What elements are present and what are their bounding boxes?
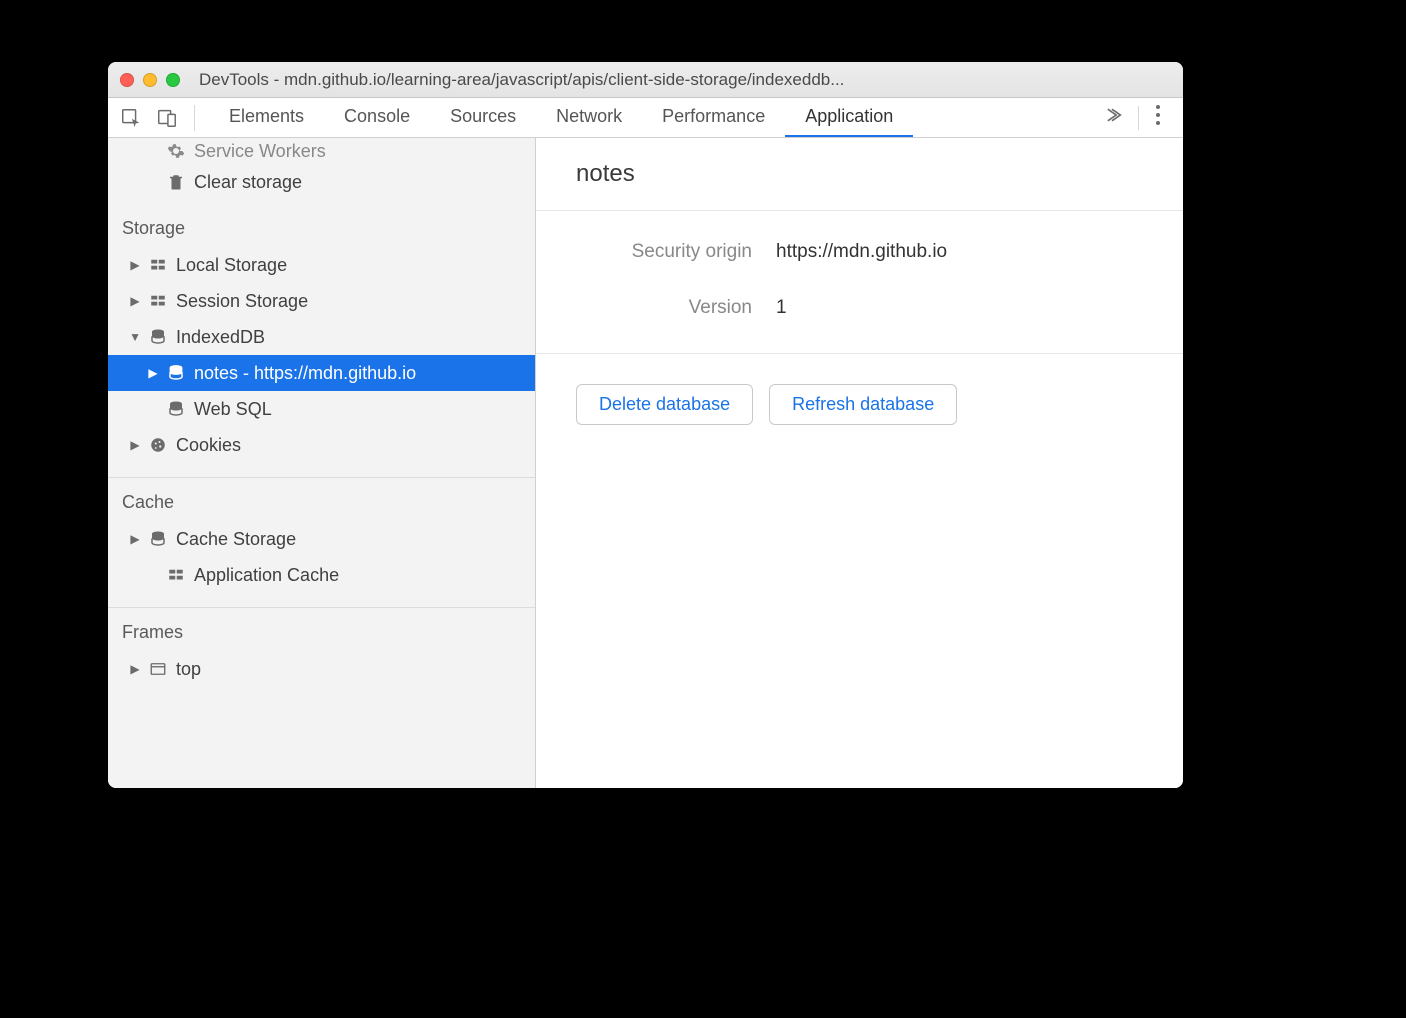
panel-tabs: Elements Console Sources Network Perform… (209, 98, 1092, 137)
tab-console[interactable]: Console (324, 98, 430, 137)
toolbar-divider (1138, 106, 1139, 130)
tab-sources[interactable]: Sources (430, 98, 536, 137)
sidebar-item-indexeddb[interactable]: ▼ IndexedDB (108, 319, 535, 355)
main-toolbar: Elements Console Sources Network Perform… (108, 98, 1183, 138)
panel-body: ▶ Service Workers ▶ Clear storage Storag… (108, 138, 1183, 788)
gear-icon (166, 141, 186, 161)
sidebar-item-label: IndexedDB (176, 327, 265, 348)
sidebar-item-cookies[interactable]: ▶ Cookies (108, 427, 535, 463)
sidebar-item-label: notes - https://mdn.github.io (194, 363, 416, 384)
sidebar-item-clear-storage[interactable]: ▶ Clear storage (108, 164, 535, 200)
database-icon (148, 327, 168, 347)
sidebar-item-service-workers[interactable]: ▶ Service Workers (108, 138, 535, 164)
sidebar-item-label: Cache Storage (176, 529, 296, 550)
chevron-right-icon: ▶ (130, 294, 140, 308)
devtools-window: DevTools - mdn.github.io/learning-area/j… (108, 62, 1183, 788)
window-title: DevTools - mdn.github.io/learning-area/j… (199, 70, 1171, 90)
chevron-right-icon: ▶ (130, 662, 140, 676)
tab-network[interactable]: Network (536, 98, 642, 137)
sidebar-item-label: Service Workers (194, 141, 326, 162)
zoom-window-button[interactable] (166, 73, 180, 87)
kebab-menu-icon[interactable] (1145, 104, 1171, 132)
sidebar-item-label: top (176, 659, 201, 680)
database-title: notes (536, 138, 1183, 211)
version-label: Version (576, 297, 776, 319)
delete-database-button[interactable]: Delete database (576, 384, 753, 425)
database-icon (166, 363, 186, 383)
security-origin-value: https://mdn.github.io (776, 241, 947, 263)
inspect-element-icon[interactable] (120, 107, 142, 129)
titlebar: DevTools - mdn.github.io/learning-area/j… (108, 62, 1183, 98)
database-properties: Security origin https://mdn.github.io Ve… (536, 211, 1183, 354)
sidebar-item-session-storage[interactable]: ▶ Session Storage (108, 283, 535, 319)
cookie-icon (148, 435, 168, 455)
grid-icon (148, 291, 168, 311)
sidebar-item-web-sql[interactable]: ▶ Web SQL (108, 391, 535, 427)
database-icon (166, 399, 186, 419)
sidebar-item-label: Clear storage (194, 172, 302, 193)
trash-icon (166, 172, 186, 192)
tab-performance[interactable]: Performance (642, 98, 785, 137)
device-toggle-icon[interactable] (156, 107, 178, 129)
grid-icon (148, 255, 168, 275)
sidebar-item-label: Local Storage (176, 255, 287, 276)
sidebar-item-top-frame[interactable]: ▶ top (108, 651, 535, 687)
version-value: 1 (776, 297, 787, 319)
chevron-right-icon: ▶ (130, 258, 140, 272)
frame-icon (148, 659, 168, 679)
tab-elements[interactable]: Elements (209, 98, 324, 137)
sidebar-section-cache: Cache (108, 477, 535, 521)
sidebar-item-label: Session Storage (176, 291, 308, 312)
sidebar-section-frames: Frames (108, 607, 535, 651)
database-icon (148, 529, 168, 549)
tab-application[interactable]: Application (785, 98, 913, 137)
sidebar-item-indexeddb-notes[interactable]: ▶ notes - https://mdn.github.io (108, 355, 535, 391)
sidebar-item-label: Cookies (176, 435, 241, 456)
sidebar-item-local-storage[interactable]: ▶ Local Storage (108, 247, 535, 283)
sidebar-item-application-cache[interactable]: ▶ Application Cache (108, 557, 535, 593)
sidebar-item-label: Application Cache (194, 565, 339, 586)
more-tabs-icon[interactable] (1092, 105, 1132, 131)
chevron-right-icon: ▶ (130, 532, 140, 546)
grid-icon (166, 565, 186, 585)
minimize-window-button[interactable] (143, 73, 157, 87)
main-panel: notes Security origin https://mdn.github… (536, 138, 1183, 788)
chevron-down-icon: ▼ (130, 330, 140, 344)
chevron-right-icon: ▶ (148, 366, 158, 380)
close-window-button[interactable] (120, 73, 134, 87)
application-sidebar: ▶ Service Workers ▶ Clear storage Storag… (108, 138, 536, 788)
database-actions: Delete database Refresh database (536, 354, 1183, 455)
refresh-database-button[interactable]: Refresh database (769, 384, 957, 425)
security-origin-label: Security origin (576, 241, 776, 263)
sidebar-section-storage: Storage (108, 200, 535, 247)
sidebar-item-label: Web SQL (194, 399, 272, 420)
chevron-right-icon: ▶ (130, 438, 140, 452)
sidebar-item-cache-storage[interactable]: ▶ Cache Storage (108, 521, 535, 557)
